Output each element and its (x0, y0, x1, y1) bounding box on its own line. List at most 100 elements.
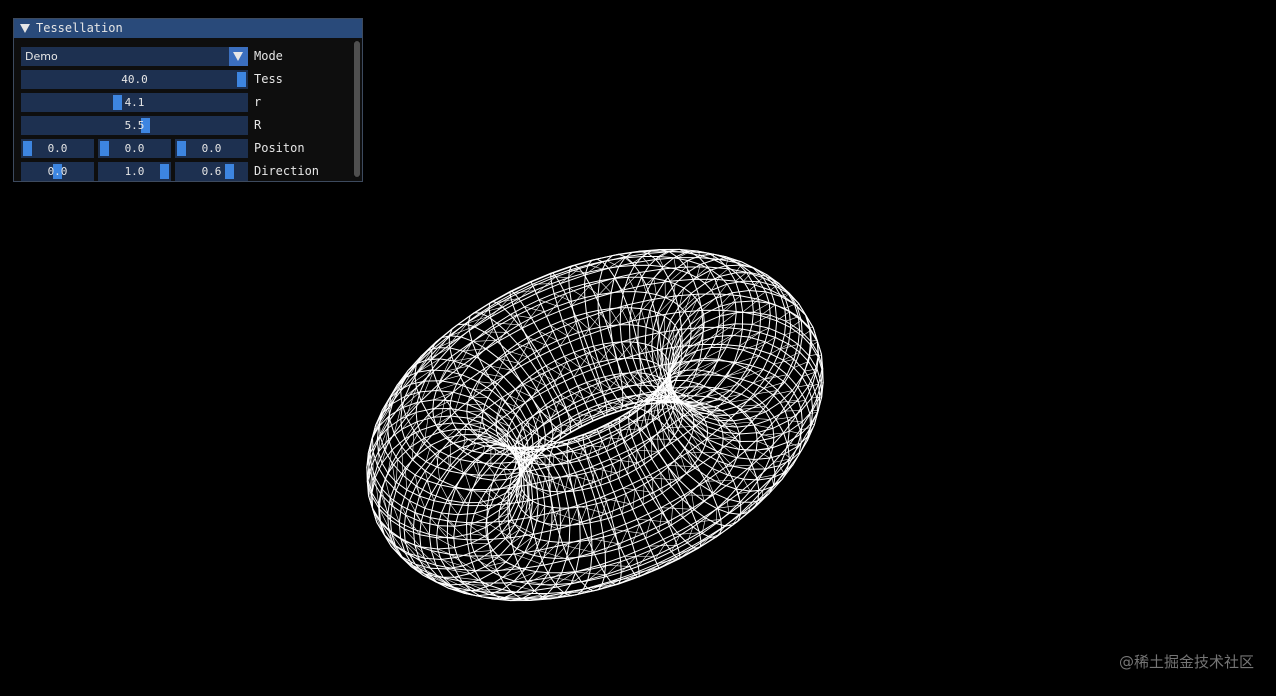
torus-diagonal-line (500, 462, 513, 474)
torus-diagonal-line (610, 458, 638, 464)
position-y-value: 0.0 (124, 142, 145, 155)
torus-diagonal-line (725, 258, 729, 266)
big-r-label: R (254, 118, 262, 132)
chevron-down-icon (233, 52, 243, 61)
torus-diagonal-line (588, 444, 593, 459)
torus-diagonal-line (462, 348, 486, 352)
combo-arrow-button[interactable] (229, 47, 248, 66)
tess-label: Tess (254, 72, 283, 86)
torus-diagonal-line (721, 328, 743, 345)
torus-diagonal-line (576, 505, 607, 514)
r-value: 4.1 (124, 96, 145, 109)
torus-diagonal-line (470, 533, 487, 536)
collapse-triangle-icon[interactable] (20, 24, 30, 33)
scrollbar-grab[interactable] (354, 41, 360, 177)
torus-mesh (366, 248, 824, 602)
torus-diagonal-line (599, 280, 612, 293)
torus-diagonal-line (493, 480, 500, 490)
torus-parallel-line (514, 372, 676, 478)
torus-diagonal-line (771, 477, 774, 487)
torus-diagonal-line (501, 524, 516, 533)
torus-diagonal-line (564, 476, 569, 492)
r-row: 4.1 r (21, 93, 351, 112)
tess-value: 40.0 (121, 73, 148, 86)
torus-diagonal-line (752, 314, 771, 325)
torus-diagonal-line (471, 523, 486, 528)
torus-diagonal-line (473, 340, 496, 342)
torus-diagonal-line (660, 507, 691, 510)
torus-diagonal-line (437, 548, 458, 558)
torus-diagonal-line (682, 499, 684, 518)
torus-diagonal-line (788, 420, 803, 423)
torus-diagonal-line (472, 428, 485, 430)
torus-diagonal-line (735, 488, 741, 503)
torus-diagonal-line (722, 295, 741, 311)
torus-diagonal-line (552, 454, 555, 465)
tess-slider[interactable]: 40.0 (21, 70, 248, 89)
torus-diagonal-line (686, 260, 689, 273)
torus-meridian-line (568, 264, 624, 412)
torus-diagonal-line (475, 589, 503, 591)
torus-diagonal-line (775, 416, 796, 420)
torus-diagonal-line (549, 477, 553, 492)
torus-diagonal-line (749, 417, 771, 420)
torus-diagonal-line (760, 304, 776, 316)
window-title-bar[interactable]: Tessellation (14, 19, 362, 38)
torus-diagonal-line (796, 303, 799, 307)
direction-y-slider[interactable]: 1.0 (98, 162, 171, 181)
position-z-slider[interactable]: 0.0 (175, 139, 248, 158)
torus-diagonal-line (542, 476, 545, 490)
torus-diagonal-line (566, 450, 587, 456)
vertical-scrollbar[interactable] (354, 41, 360, 177)
r-label: r (254, 95, 262, 109)
mode-combo-value: Demo (25, 50, 58, 63)
torus-diagonal-line (629, 449, 659, 452)
torus-diagonal-line (532, 283, 552, 285)
torus-diagonal-line (494, 447, 496, 455)
torus-diagonal-line (642, 484, 645, 505)
torus-diagonal-line (618, 459, 622, 479)
position-y-slider[interactable]: 0.0 (98, 139, 171, 158)
torus-diagonal-line (433, 391, 454, 401)
torus-diagonal-line (609, 463, 613, 483)
position-x-slider[interactable]: 0.0 (21, 139, 94, 158)
torus-diagonal-line (574, 571, 606, 576)
torus-diagonal-line (627, 277, 636, 292)
torus-diagonal-line (629, 372, 646, 386)
r-slider[interactable]: 4.1 (21, 93, 248, 112)
direction-x-value: 0.0 (47, 165, 68, 178)
direction-z-slider[interactable]: 0.6 (175, 162, 248, 181)
position-row: 0.0 0.0 0.0 Positon (21, 139, 351, 158)
torus-diagonal-line (570, 451, 574, 463)
window-title: Tessellation (36, 21, 123, 35)
tessellation-window[interactable]: Tessellation Demo Mode 40.0 Tess 4.1 r 5… (13, 18, 363, 182)
torus-diagonal-line (448, 455, 450, 472)
torus-diagonal-line (737, 261, 742, 264)
direction-x-slider[interactable]: 0.0 (21, 162, 94, 181)
torus-diagonal-line (645, 518, 652, 539)
torus-diagonal-line (440, 484, 451, 505)
torus-diagonal-line (436, 537, 455, 549)
torus-diagonal-line (613, 278, 624, 292)
direction-y-value: 1.0 (124, 165, 145, 178)
torus-diagonal-line (592, 415, 607, 421)
big-r-slider[interactable]: 5.5 (21, 116, 248, 135)
torus-diagonal-line (569, 474, 595, 483)
direction-z-value: 0.6 (201, 165, 222, 178)
torus-diagonal-line (536, 475, 539, 488)
torus-diagonal-line (548, 480, 573, 490)
torus-diagonal-line (735, 264, 742, 273)
torus-diagonal-line (543, 507, 553, 524)
mode-label: Mode (254, 49, 283, 63)
torus-diagonal-line (496, 420, 510, 427)
tess-row: 40.0 Tess (21, 70, 351, 89)
mode-combo[interactable]: Demo (21, 47, 248, 66)
torus-diagonal-line (508, 520, 535, 535)
torus-diagonal-line (579, 448, 583, 461)
big-r-row: 5.5 R (21, 116, 351, 135)
torus-diagonal-line (632, 489, 636, 510)
torus-diagonal-line (649, 544, 678, 547)
torus-diagonal-line (588, 264, 603, 270)
torus-diagonal-line (514, 553, 545, 566)
torus-diagonal-line (396, 459, 398, 483)
